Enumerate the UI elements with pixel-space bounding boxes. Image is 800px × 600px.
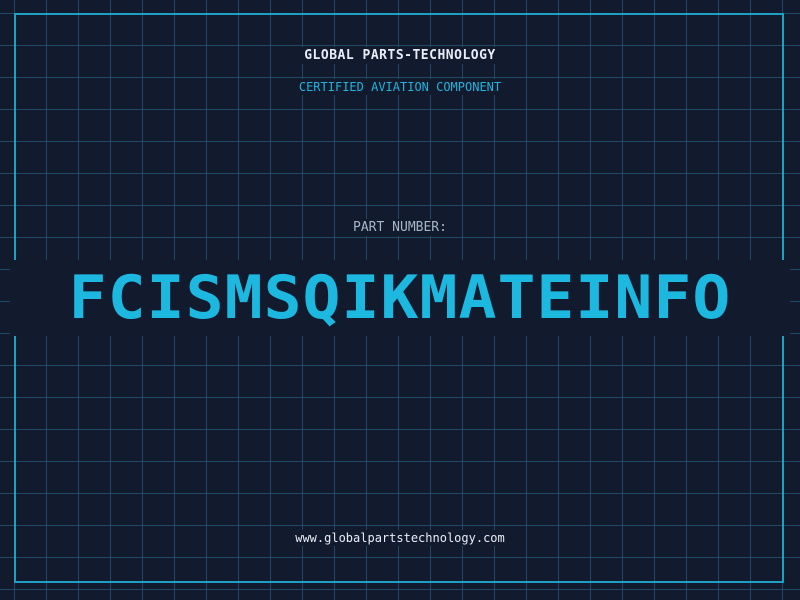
certification-subtitle: CERTIFIED AVIATION COMPONENT [0, 79, 800, 95]
company-name-text: GLOBAL PARTS-TECHNOLOGY [298, 47, 502, 64]
part-number-value: FCISMSQIKMATEINFO [68, 263, 732, 333]
website-url-text[interactable]: www.globalpartstechnology.com [289, 530, 511, 546]
certification-subtitle-text: CERTIFIED AVIATION COMPONENT [292, 79, 508, 95]
part-number-label: PART NUMBER: [0, 219, 800, 236]
company-name: GLOBAL PARTS-TECHNOLOGY [0, 47, 800, 64]
website-url[interactable]: www.globalpartstechnology.com [0, 530, 800, 546]
blueprint-canvas: GLOBAL PARTS-TECHNOLOGY CERTIFIED AVIATI… [0, 0, 800, 600]
part-number-label-text: PART NUMBER: [347, 219, 453, 236]
